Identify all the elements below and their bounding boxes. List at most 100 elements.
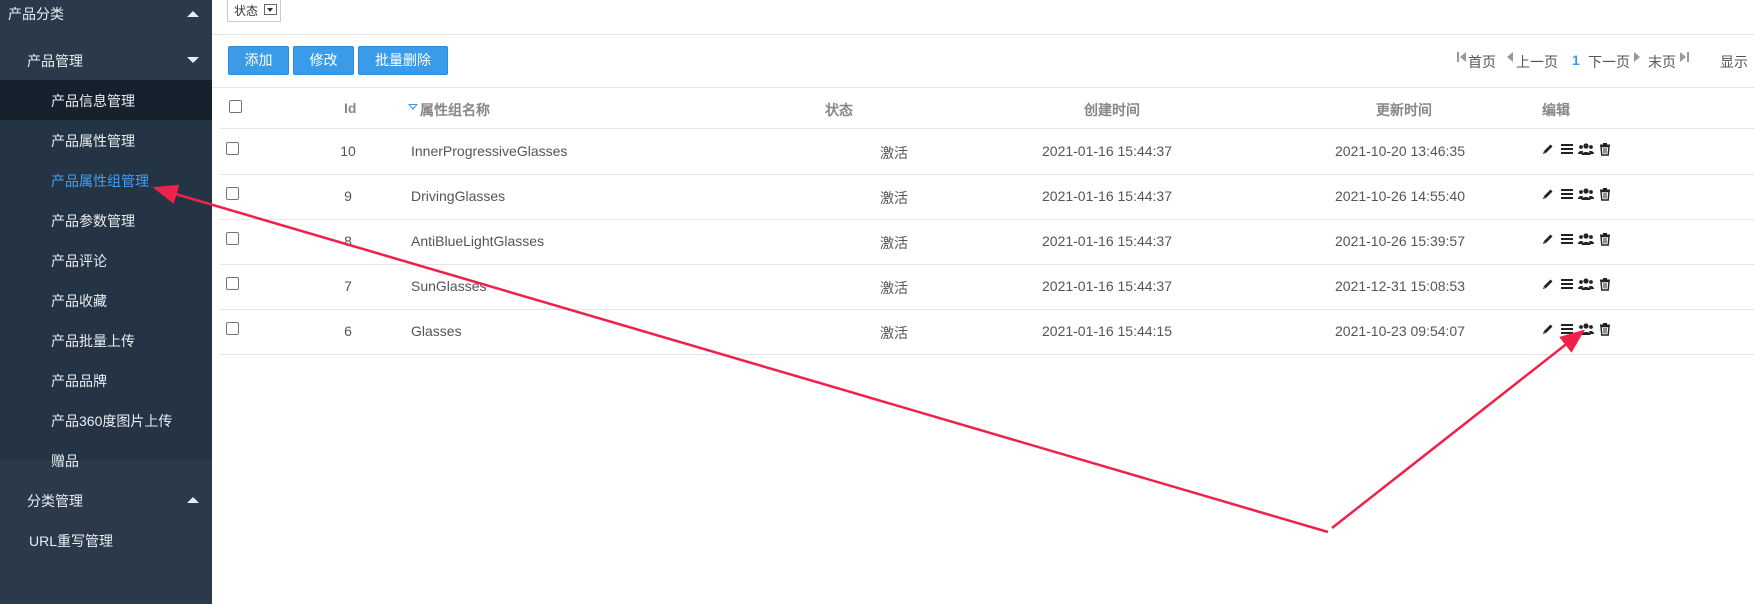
cell-updated: 2021-10-26 14:55:40 [1335,188,1465,204]
sidebar-category-header[interactable]: 产品分类 [0,0,212,28]
header-edit: 编辑 [1542,102,1570,118]
sidebar-item-product-reviews[interactable]: 产品评论 [0,240,212,280]
sort-desc-icon[interactable] [408,104,418,110]
row-checkbox[interactable] [226,277,239,290]
pagination: 首页 上一页 1 下一页 末页 显示 [212,52,1754,72]
divider [212,34,1754,35]
sidebar-item-attribute-group[interactable]: 产品属性组管理 [0,160,212,200]
pager-current[interactable]: 1 [1572,52,1580,68]
caret-up-icon [187,11,199,17]
pager-next[interactable]: 下一页 [1588,52,1630,72]
select-all-checkbox[interactable] [229,100,242,113]
status-filter-label: 状态 [234,4,259,18]
caret-down-icon [187,57,199,63]
list-icon[interactable] [1560,232,1574,246]
users-icon[interactable] [1578,232,1594,246]
list-icon[interactable] [1560,322,1574,336]
prev-page-icon [1507,52,1513,62]
header-id[interactable]: Id [344,100,356,116]
cell-updated: 2021-10-20 13:46:35 [1335,143,1465,159]
main-content: 状态 添加 修改 批量删除 首页 上一页 1 下一页 末页 显示 Id 属性组名… [212,0,1754,604]
cell-created: 2021-01-16 15:44:37 [1042,278,1172,294]
users-icon[interactable] [1578,187,1594,201]
row-divider [220,354,1754,355]
sidebar-group-product-management[interactable]: 产品管理 [0,40,212,80]
header-created[interactable]: 创建时间 [1084,100,1140,120]
sidebar-item-360-upload[interactable]: 产品360度图片上传 [0,400,212,440]
row-checkbox[interactable] [226,142,239,155]
sidebar-item-label: 产品收藏 [51,293,107,309]
table-row: 9 DrivingGlasses 激活 2021-01-16 15:44:37 2021… [212,175,1754,220]
pencil-icon[interactable] [1541,232,1555,246]
pencil-icon[interactable] [1541,277,1555,291]
trash-icon[interactable] [1598,187,1612,201]
sidebar-category-label: 产品分类 [8,6,64,22]
pager-last[interactable]: 末页 [1648,52,1676,72]
list-icon[interactable] [1560,142,1574,156]
cell-status: 激活 [880,325,908,341]
sidebar-item-label: 产品评论 [51,253,107,269]
header-status[interactable]: 状态 [825,100,853,120]
trash-icon[interactable] [1598,142,1612,156]
sidebar-item-product-brand[interactable]: 产品品牌 [0,360,212,400]
users-icon[interactable] [1578,277,1594,291]
table-row: 7 SunGlasses 激活 2021-01-16 15:44:37 2021-12-… [212,265,1754,310]
cell-status: 激活 [880,235,908,251]
sidebar-item-label: 产品品牌 [51,373,107,389]
row-checkbox[interactable] [226,187,239,200]
sidebar-item-product-favorites[interactable]: 产品收藏 [0,280,212,320]
list-icon[interactable] [1560,277,1574,291]
sidebar-item-label: 产品批量上传 [51,333,135,349]
pager-show: 显示 [1720,54,1748,70]
pencil-icon[interactable] [1541,322,1555,336]
cell-created: 2021-01-16 15:44:37 [1042,188,1172,204]
cell-updated: 2021-10-26 15:39:57 [1335,233,1465,249]
status-filter-select[interactable]: 状态 [227,0,281,22]
cell-status: 激活 [880,280,908,296]
cell-group-name: Glasses [411,323,462,339]
sidebar: 产品分类 产品管理 产品信息管理 产品属性管理 产品属性组管理 产品参数管理 产… [0,0,212,604]
sidebar-item-label: 赠品 [51,453,79,469]
header-group-name[interactable]: 属性组名称 [420,100,490,120]
cell-id: 7 [344,278,352,294]
row-checkbox[interactable] [226,322,239,335]
cell-group-name: SunGlasses [411,278,487,294]
sidebar-item-label: 产品属性管理 [51,133,135,149]
sidebar-item-product-params[interactable]: 产品参数管理 [0,200,212,240]
cell-updated: 2021-10-23 09:54:07 [1335,323,1465,339]
trash-icon[interactable] [1598,277,1612,291]
trash-icon[interactable] [1598,322,1612,336]
cell-group-name: DrivingGlasses [411,188,506,204]
sidebar-item-product-info[interactable]: 产品信息管理 [0,80,212,120]
cell-group-name: InnerProgressiveGlasses [411,143,568,159]
users-icon[interactable] [1578,322,1594,336]
sidebar-item-label: 产品360度图片上传 [51,413,173,429]
sidebar-submenu: 产品信息管理 产品属性管理 产品属性组管理 产品参数管理 产品评论 产品收藏 产… [0,80,212,469]
divider [212,87,1754,88]
sidebar-group-category-management[interactable]: 分类管理 [0,480,212,520]
dropdown-arrow-icon[interactable] [264,4,277,15]
sidebar-item-label: 产品参数管理 [51,213,135,229]
pager-prev[interactable]: 上一页 [1516,52,1558,72]
row-checkbox[interactable] [226,232,239,245]
sidebar-item-label: 产品属性组管理 [51,173,149,189]
pencil-icon[interactable] [1541,187,1555,201]
sidebar-item-batch-upload[interactable]: 产品批量上传 [0,320,212,360]
cell-group-name: AntiBlueLightGlasses [411,233,545,249]
trash-icon[interactable] [1598,232,1612,246]
sidebar-item-url-rewrite[interactable]: URL重写管理 [0,520,212,560]
pager-first[interactable]: 首页 [1468,52,1496,72]
sidebar-item-product-attribute[interactable]: 产品属性管理 [0,120,212,160]
last-page-bar-icon [1687,52,1689,62]
caret-up-icon [187,497,199,503]
first-page-icon [1460,52,1466,62]
pencil-icon[interactable] [1541,142,1555,156]
cell-status: 激活 [880,190,908,206]
list-icon[interactable] [1560,187,1574,201]
header-updated[interactable]: 更新时间 [1376,100,1432,120]
sidebar-group-label: 分类管理 [27,493,83,509]
users-icon[interactable] [1578,142,1594,156]
sidebar-item-gifts[interactable]: 赠品 [0,440,212,480]
sidebar-item-label: URL重写管理 [29,533,114,549]
cell-id: 10 [340,143,356,159]
